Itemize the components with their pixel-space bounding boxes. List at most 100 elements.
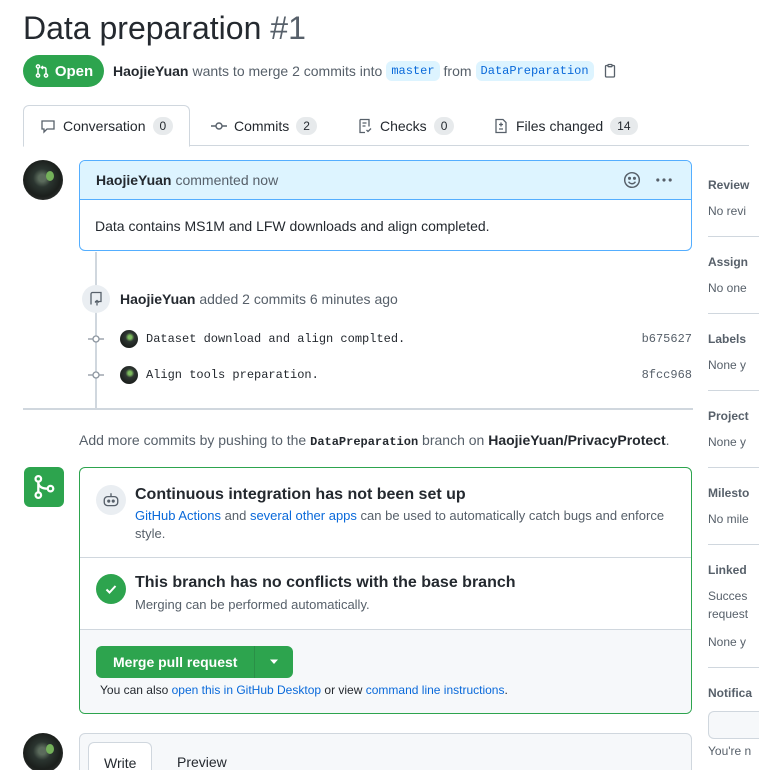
sidebar-heading[interactable]: Project: [708, 409, 749, 423]
event-description: added 2 commits 6 minutes ago: [199, 291, 398, 307]
tab-commits[interactable]: Commits 2: [195, 105, 333, 146]
commit-icon: [88, 371, 104, 379]
smiley-icon[interactable]: [623, 171, 641, 189]
command-line-link[interactable]: command line instructions: [366, 683, 505, 697]
also-prefix: You can also: [100, 683, 169, 697]
tab-counter: 0: [433, 116, 455, 135]
head-branch[interactable]: DataPreparation: [475, 61, 594, 81]
repo-push-icon: [90, 291, 102, 306]
merge-text: wants to merge 2 commits into: [192, 63, 383, 79]
tab-checks[interactable]: Checks 0: [341, 105, 470, 146]
merge-button-group: Merge pull request: [96, 646, 294, 678]
avatar[interactable]: [23, 160, 63, 200]
sidebar-heading[interactable]: Linked: [708, 563, 747, 577]
avatar[interactable]: [120, 330, 138, 348]
sidebar-linked-issues: Linked Succes request None y: [708, 545, 759, 668]
also-suffix: .: [504, 683, 508, 697]
event-badge: [82, 285, 110, 313]
tab-label: Conversation: [63, 118, 146, 134]
merge-pull-request-button[interactable]: Merge pull request: [96, 646, 256, 678]
new-comment-form: Write Preview: [79, 733, 692, 770]
conflict-title: This branch has no conflicts with the ba…: [135, 574, 516, 591]
sidebar-heading: Notifica: [708, 686, 753, 700]
sidebar-value: No one: [708, 281, 747, 295]
comment-actions: [623, 171, 673, 189]
github-desktop-link[interactable]: open this in GitHub Desktop: [172, 683, 321, 697]
comment-body: Data contains MS1M and LFW downloads and…: [95, 218, 490, 234]
timeline-divider: [23, 408, 693, 410]
tab-conversation[interactable]: Conversation 0: [23, 105, 191, 147]
checklist-icon: [359, 118, 372, 133]
sidebar-heading[interactable]: Review: [708, 178, 749, 192]
tab-counter: 0: [152, 117, 174, 135]
comment-timestamp: commented now: [175, 172, 279, 188]
sidebar-value: No revi: [708, 204, 747, 218]
ci-and: and: [224, 508, 247, 523]
push-note-suffix: .: [665, 432, 670, 448]
tab-label: Commits: [234, 117, 290, 134]
commit-message[interactable]: Dataset download and align complted.: [146, 332, 642, 346]
sidebar-value: None y: [708, 635, 747, 649]
push-note-repo[interactable]: HaojieYuan/PrivacyProtect: [488, 432, 665, 448]
sidebar-heading[interactable]: Milesto: [708, 486, 749, 500]
tab-files-changed[interactable]: Files changed 14: [477, 105, 654, 146]
sidebar-heading[interactable]: Assign: [708, 255, 748, 269]
sidebar-heading[interactable]: Labels: [708, 332, 746, 346]
from-text: from: [443, 63, 472, 79]
sidebar-assignees: Assign No one: [708, 237, 759, 314]
author-link[interactable]: HaojieYuan: [113, 63, 188, 79]
ci-title: Continuous integration has not been set …: [135, 486, 466, 503]
status-label: Open: [54, 62, 94, 80]
ci-robot-icon: [96, 485, 126, 515]
sidebar-value: None y: [708, 358, 747, 372]
tab-write[interactable]: Write: [88, 742, 153, 770]
commit-icon: [211, 121, 227, 130]
copy-icon[interactable]: [602, 63, 618, 79]
push-note-middle: branch on: [422, 432, 485, 448]
sidebar-value: You're n: [708, 744, 752, 758]
pr-meta: HaojieYuan wants to merge 2 commits into…: [113, 61, 618, 81]
base-branch[interactable]: master: [386, 61, 440, 81]
sidebar-milestone: Milesto No mile: [708, 468, 759, 545]
sidebar-projects: Project None y: [708, 391, 759, 468]
comment-author[interactable]: HaojieYuan: [96, 172, 171, 188]
subscribe-button[interactable]: [708, 711, 759, 739]
tab-label: Checks: [380, 117, 427, 134]
commit-event-text: HaojieYuan added 2 commits 6 minutes ago: [120, 291, 398, 307]
push-note-prefix: Add more commits by pushing to the: [79, 432, 307, 448]
ci-description: GitHub Actions and several other apps ca…: [135, 507, 675, 543]
other-apps-link[interactable]: several other apps: [250, 508, 357, 523]
event-author[interactable]: HaojieYuan: [120, 291, 195, 307]
commit-sha[interactable]: 8fcc968: [642, 368, 692, 382]
commit-icon: [88, 335, 104, 343]
sidebar-value: Succes: [708, 589, 748, 603]
push-note: Add more commits by pushing to the DataP…: [79, 432, 670, 449]
pull-request-icon: [35, 64, 49, 78]
pr-number: #1: [270, 10, 306, 46]
comment-header: HaojieYuan commented now: [80, 161, 691, 200]
list-item: Align tools preparation. 8fcc968: [88, 364, 692, 386]
list-item: Dataset download and align complted. b67…: [88, 328, 692, 350]
merge-alt-text: You can also open this in GitHub Desktop…: [100, 683, 508, 697]
page-title: Data preparation #1: [23, 10, 306, 47]
github-actions-link[interactable]: GitHub Actions: [135, 508, 221, 523]
status-badge: Open: [23, 55, 104, 87]
sidebar-value: request: [708, 607, 749, 621]
tab-preview[interactable]: Preview: [162, 742, 242, 770]
conflict-section: This branch has no conflicts with the ba…: [80, 558, 691, 630]
tab-counter: 14: [610, 116, 638, 135]
comment-icon: [41, 120, 55, 134]
tab-label: Files changed: [516, 117, 604, 134]
push-note-branch: DataPreparation: [310, 435, 419, 449]
avatar[interactable]: [23, 733, 63, 770]
triangle-down-icon: [270, 659, 279, 664]
kebab-horizontal-icon[interactable]: [655, 171, 673, 189]
comment-box: HaojieYuan commented now Data contains M…: [79, 160, 692, 251]
avatar[interactable]: [120, 366, 138, 384]
pr-title: Data preparation: [23, 10, 262, 46]
merge-options-dropdown[interactable]: [255, 646, 294, 678]
commit-sha[interactable]: b675627: [642, 332, 692, 346]
commit-message[interactable]: Align tools preparation.: [146, 368, 642, 382]
file-diff-icon: [495, 118, 507, 133]
git-merge-icon: [24, 467, 64, 507]
